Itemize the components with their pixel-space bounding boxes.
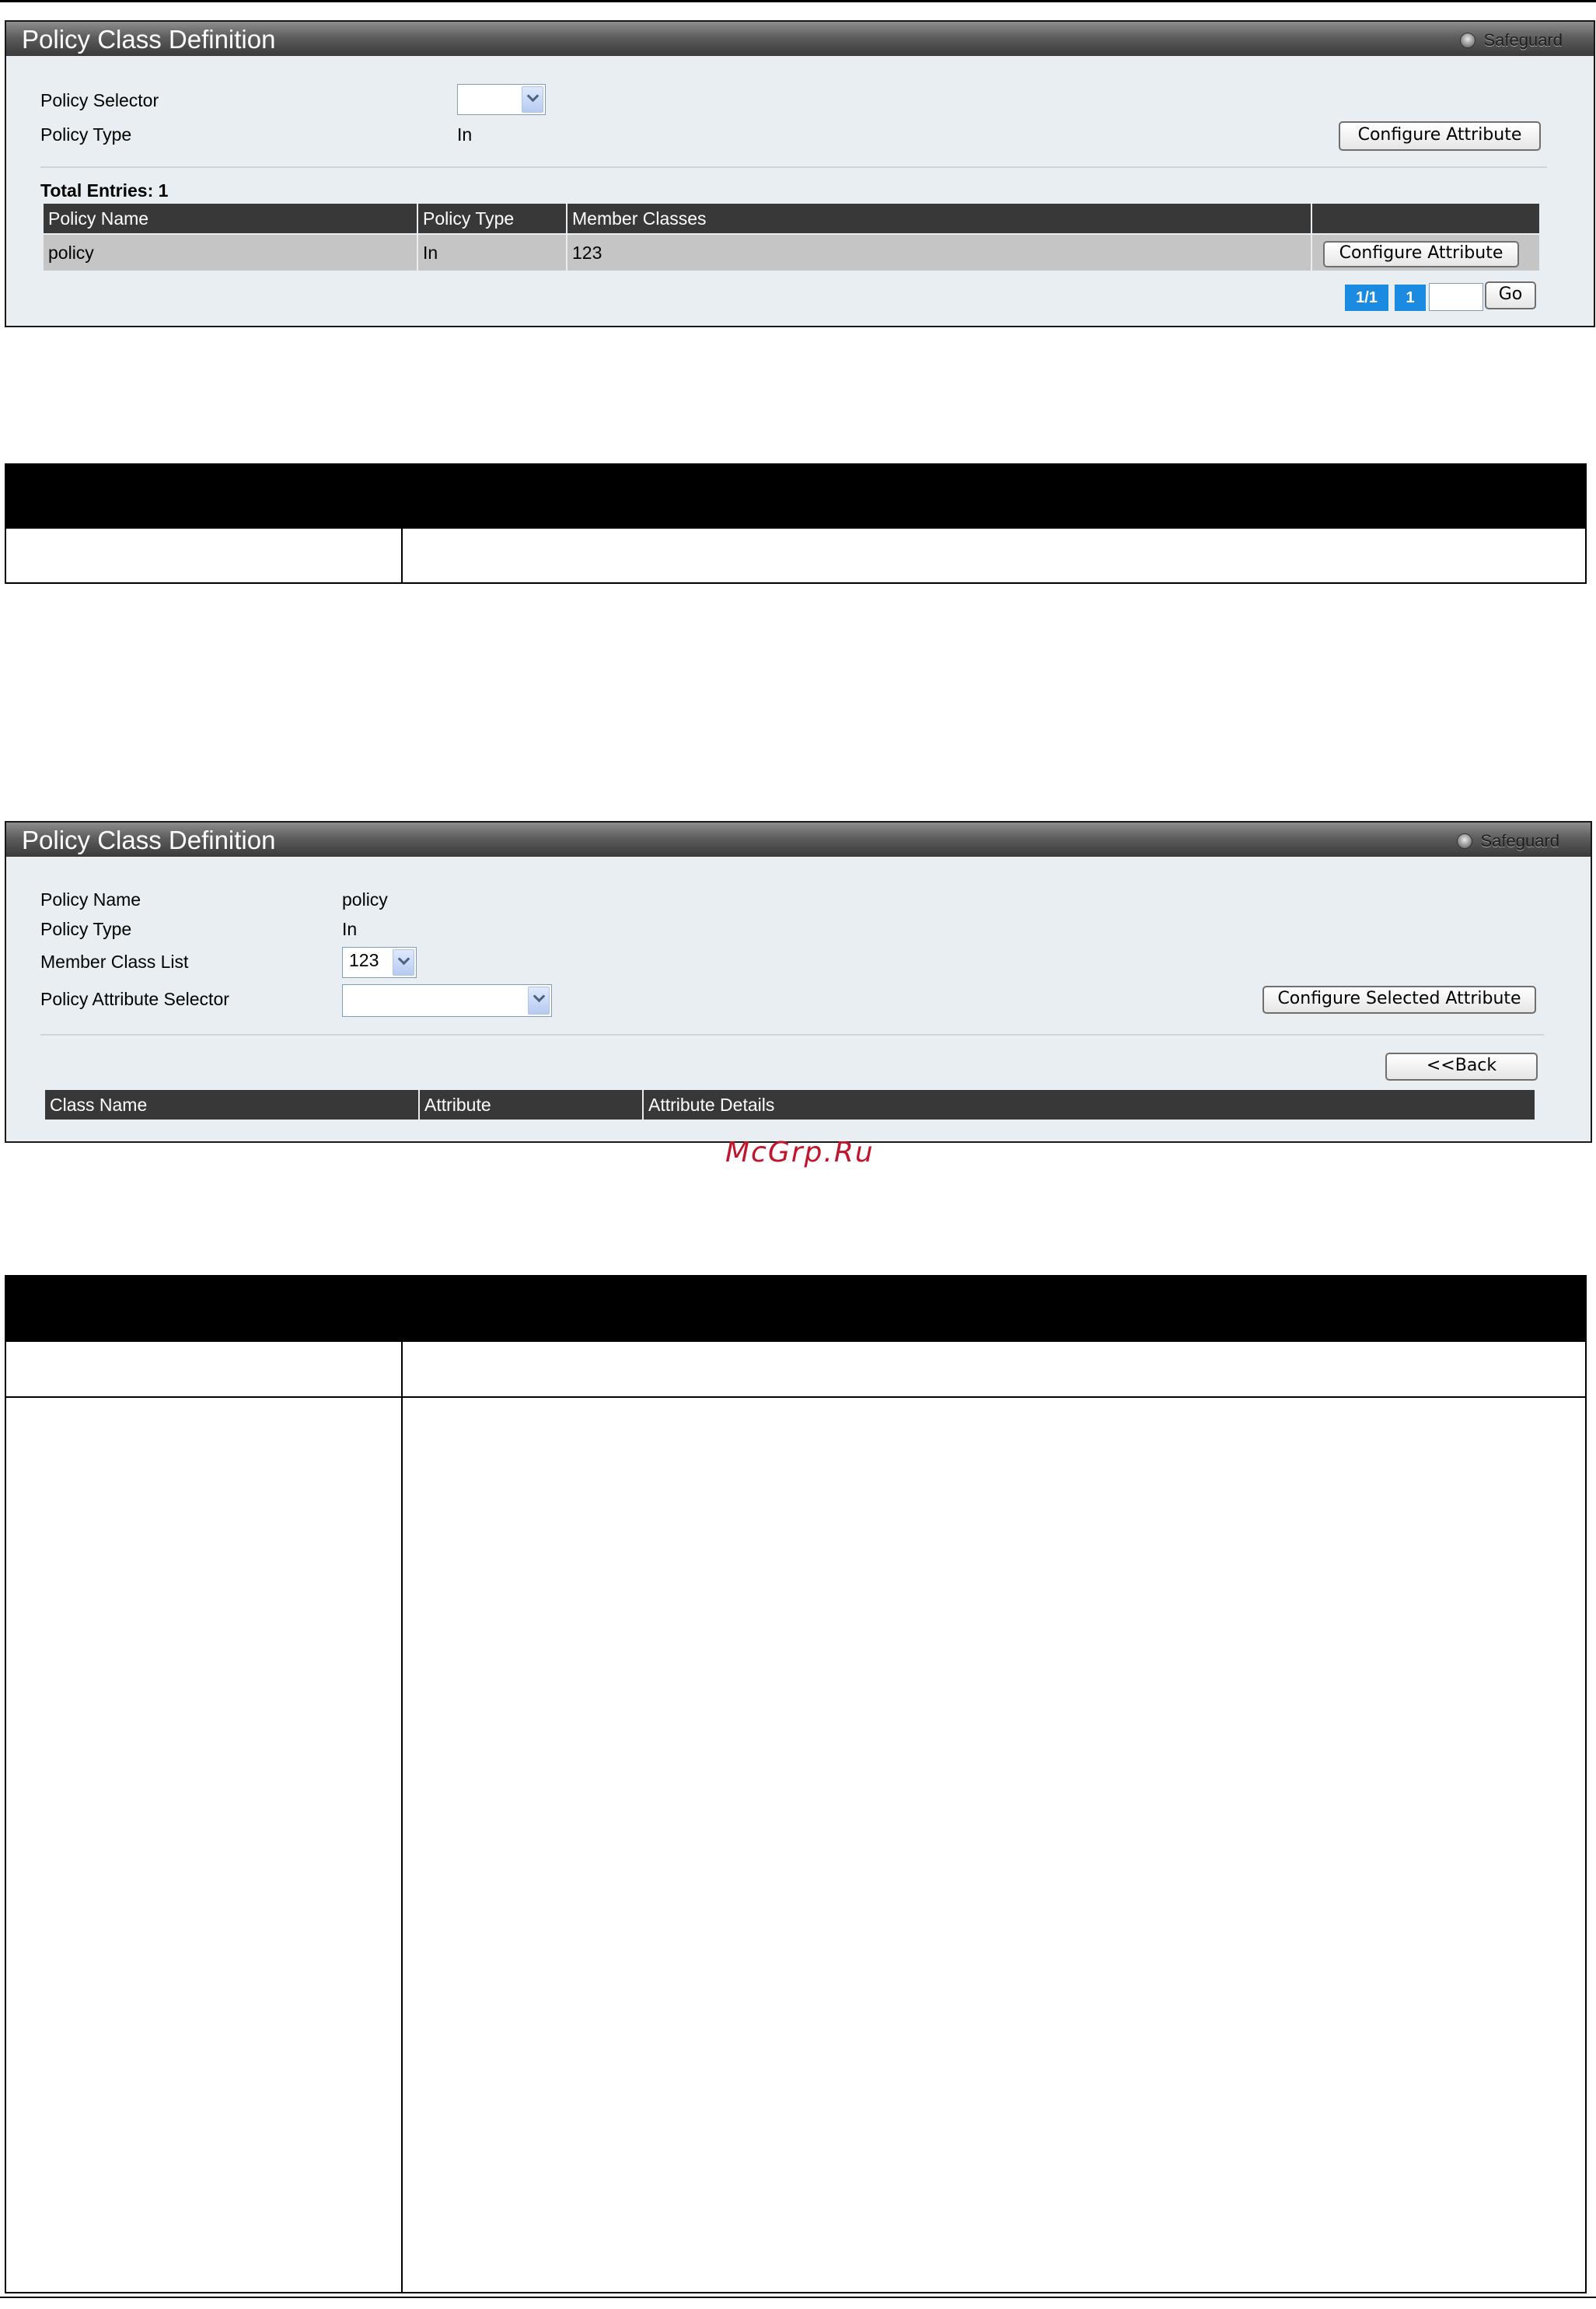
member-class-list-label: Member Class List [40,952,189,972]
policy-name-label: Policy Name [40,889,141,910]
col-policy-type: Policy Type [418,204,566,233]
page-top-rule [0,0,1596,2]
policy-selector-label: Policy Selector [40,90,159,110]
page-1-link[interactable]: 1 [1395,285,1426,311]
divider [40,1034,1544,1036]
policy-type-label: Policy Type [40,124,132,145]
description-table-2 [5,1275,1587,2293]
dropdown-arrow[interactable] [522,86,543,113]
policy-class-definition-detail-panel: Policy Class Definition Safeguard Policy… [5,821,1592,1143]
safeguard-indicator: Safeguard [1460,30,1563,51]
member-class-list-dropdown[interactable]: 123 [342,947,417,978]
total-entries: Total Entries: 1 [40,180,169,201]
policy-type-value: In [457,124,473,145]
page-number-input[interactable] [1429,283,1483,311]
table-row-policy-name: policy [44,235,417,271]
safeguard-indicator: Safeguard [1457,831,1559,851]
page-bottom-rule [0,2297,1596,2298]
col-policy-name: Policy Name [44,204,417,233]
go-button[interactable]: Go [1485,281,1536,309]
dropdown-arrow[interactable] [393,949,414,976]
policy-selector-dropdown[interactable] [457,84,546,115]
panel-header: Policy Class Definition Safeguard [6,823,1591,857]
table-row-member-classes: 123 [568,235,1311,271]
col-class-name: Class Name [45,1090,418,1120]
page-info: 1/1 [1345,285,1388,311]
watermark: McGrp.Ru [725,1137,875,1168]
policy-class-definition-panel: Policy Class Definition Safeguard Policy… [5,20,1595,327]
description-table-header [6,1277,1585,1342]
safeguard-icon [1457,833,1473,849]
back-button[interactable]: <<Back [1385,1053,1538,1081]
chevron-down-icon [526,89,540,103]
column-divider [401,1342,403,2292]
col-member-classes: Member Classes [568,204,1311,233]
chevron-down-icon [533,990,546,1003]
description-table-header [6,465,1585,529]
row-divider [6,1396,1585,1398]
col-attribute: Attribute [420,1090,642,1120]
policy-name-value: policy [342,889,388,910]
row-configure-attribute-button[interactable]: Configure Attribute [1323,241,1519,267]
chevron-down-icon [397,952,410,966]
column-divider [401,529,403,582]
panel-title: Policy Class Definition [22,826,276,854]
panel-header: Policy Class Definition Safeguard [6,22,1594,56]
policy-type-value: In [342,919,358,939]
dropdown-arrow[interactable] [528,987,550,1015]
divider [40,166,1547,168]
policy-type-label: Policy Type [40,919,132,939]
configure-selected-attribute-button[interactable]: Configure Selected Attribute [1262,986,1536,1014]
policy-attribute-selector-dropdown[interactable] [342,984,552,1017]
configure-attribute-button[interactable]: Configure Attribute [1339,121,1541,151]
col-attribute-details: Attribute Details [644,1090,1535,1120]
col-action [1312,204,1539,233]
description-table-1 [5,463,1587,584]
safeguard-label: Safeguard [1480,831,1559,851]
policy-attribute-selector-label: Policy Attribute Selector [40,989,229,1009]
member-class-list-value: 123 [349,950,379,970]
safeguard-icon [1460,33,1476,48]
table-row-policy-type: In [418,235,566,271]
safeguard-label: Safeguard [1483,30,1563,50]
panel-title: Policy Class Definition [22,25,276,54]
